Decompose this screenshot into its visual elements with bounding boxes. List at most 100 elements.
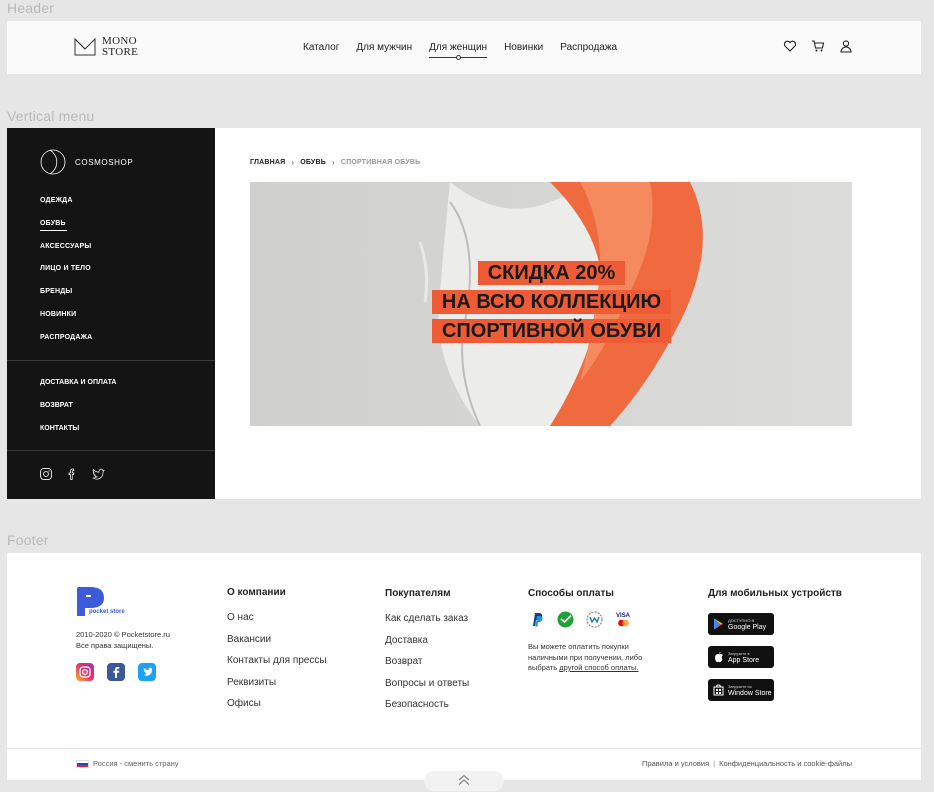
privacy-link[interactable]: Конфиденциальность и cookie-файлы: [719, 759, 852, 768]
mono-store-logo-mark: [74, 38, 96, 56]
legal-links: Правила и условия | Конфиденциальность и c…: [642, 759, 852, 768]
window-store-button[interactable]: Загрузите из Window Store: [708, 679, 774, 701]
russia-flag-icon: [76, 759, 89, 768]
side-menu-item[interactable]: АКСЕССУАРЫ: [40, 243, 92, 266]
mono-store-logo[interactable]: MONO STORE: [74, 36, 138, 58]
chevron-right-icon: ›: [331, 158, 335, 167]
svg-text:VISA: VISA: [616, 613, 631, 619]
nav-women[interactable]: Для женщин: [429, 42, 487, 60]
side-menu2-item[interactable]: КОНТАКТЫ: [40, 425, 117, 448]
user-icon[interactable]: [839, 39, 853, 53]
site-footer: pocket store 2010-2020 © Pocketstore.ru …: [7, 553, 921, 780]
section-label-vertical-menu: Vertical menu: [7, 108, 95, 124]
scroll-to-top-button[interactable]: [424, 771, 504, 791]
cart-icon[interactable]: [811, 39, 825, 53]
facebook-icon[interactable]: [66, 467, 78, 480]
store-name: Window Store: [728, 690, 772, 697]
cosmoshop-logo[interactable]: COSMOSHOP: [40, 148, 133, 176]
section-label-footer: Footer: [7, 532, 49, 548]
banner-line: СПОРТИВНОЙ ОБУВИ: [431, 319, 672, 343]
footer-link[interactable]: Безопасность: [385, 699, 469, 721]
side-menu-item[interactable]: ЛИЦО И ТЕЛО: [40, 265, 92, 288]
footer-col-title: Способы оплаты: [528, 588, 614, 599]
store-small: Загрузите из: [728, 684, 752, 689]
footer-col-mobile: Для мобильных устройств ДОСТУПНО В Google…: [708, 588, 842, 712]
webmoney-icon: [586, 611, 603, 628]
side-menu2-item[interactable]: ДОСТАВКА И ОПЛАТА: [40, 379, 117, 402]
visa-mastercard-icon: VISA: [615, 611, 632, 628]
side-menu-secondary: ДОСТАВКА И ОПЛАТА ВОЗВРАТ КОНТАКТЫ: [40, 379, 117, 447]
side-menu2-item[interactable]: ВОЗВРАТ: [40, 402, 117, 425]
pocket-store-logo[interactable]: pocket store: [76, 586, 134, 625]
sberbank-icon: [557, 611, 574, 628]
section-label-header: Header: [7, 0, 55, 16]
banner-text: СКИДКА 20% НА ВСЮ КОЛЛЕКЦИЮ СПОРТИВНОЙ О…: [421, 261, 682, 348]
twitter-icon[interactable]: [138, 663, 156, 681]
footer-link[interactable]: О нас: [227, 612, 327, 634]
breadcrumb-current: СПОРТИВНАЯ ОБУВЬ: [340, 159, 421, 166]
footer-col-buyers: Покупателям Как сделать заказ Доставка В…: [385, 588, 469, 721]
footer-col-payment: Способы оплаты VISA Вы можете оплатить п…: [528, 588, 668, 674]
side-menu-item[interactable]: ОДЕЖДА: [40, 197, 92, 220]
footer-col-about: О компании О нас Вакансии Контакты для п…: [227, 587, 327, 720]
instagram-icon[interactable]: [76, 663, 94, 681]
google-play-icon: [714, 618, 723, 630]
facebook-icon[interactable]: [107, 663, 125, 681]
nav-new[interactable]: Новинки: [504, 42, 543, 53]
banner-line: СКИДКА 20%: [477, 261, 626, 285]
cosmoshop-logo-mark: [40, 149, 66, 175]
store-small: Загрузите в: [728, 651, 750, 656]
twitter-icon[interactable]: [92, 467, 105, 480]
vertical-menu: COSMOSHOP ОДЕЖДА ОБУВЬ АКСЕССУАРЫ ЛИЦО И…: [7, 128, 215, 499]
payment-note: Вы можете оплатить покупки наличными при…: [528, 642, 668, 674]
country-text: Россия - сменить страну: [93, 759, 179, 768]
footer-link[interactable]: Вопросы и ответы: [385, 678, 469, 700]
footer-link[interactable]: Возврат: [385, 656, 469, 678]
footer-link[interactable]: Реквизиты: [227, 677, 327, 699]
nav-catalog[interactable]: Каталог: [303, 42, 339, 53]
country-selector[interactable]: Россия - сменить страну: [76, 759, 179, 768]
logo-line-2: STORE: [102, 46, 139, 58]
terms-link[interactable]: Правила и условия: [642, 759, 709, 768]
footer-col-title: Для мобильных устройств: [708, 588, 842, 599]
site-header: MONO STORE Каталог Для мужчин Для женщин…: [7, 21, 921, 74]
breadcrumb-home[interactable]: ГЛАВНАЯ: [250, 159, 285, 166]
side-menu-item[interactable]: БРЕНДЫ: [40, 288, 92, 311]
sidebar-social: [40, 467, 105, 480]
footer-link[interactable]: Контакты для прессы: [227, 655, 327, 677]
google-play-button[interactable]: ДОСТУПНО В Google Play: [708, 613, 774, 635]
footer-col-title: О компании: [227, 587, 286, 598]
side-menu-item[interactable]: РАСПРОДАЖА: [40, 334, 92, 357]
side-menu-item[interactable]: НОВИНКИ: [40, 311, 92, 334]
footer-link[interactable]: Вакансии: [227, 634, 327, 656]
instagram-icon[interactable]: [40, 467, 52, 480]
nav-sale[interactable]: Распродажа: [560, 42, 617, 53]
side-menu: ОДЕЖДА ОБУВЬ АКСЕССУАРЫ ЛИЦО И ТЕЛО БРЕН…: [40, 197, 92, 357]
footer-divider: [7, 748, 921, 749]
side-menu-item-active[interactable]: ОБУВЬ: [40, 220, 92, 243]
separator: |: [713, 759, 716, 768]
cosmoshop-logo-text: COSMOSHOP: [75, 157, 134, 167]
paypal-icon: [528, 611, 545, 628]
page-main: COSMOSHOP ОДЕЖДА ОБУВЬ АКСЕССУАРЫ ЛИЦО И…: [7, 128, 921, 499]
chevron-right-icon: ›: [291, 158, 295, 167]
footer-link[interactable]: Как сделать заказ: [385, 613, 469, 635]
copyright: 2010-2020 © Pocketstore.ru Все права защ…: [76, 629, 170, 651]
sidebar-divider: [7, 360, 215, 361]
header-actions: [783, 39, 853, 53]
nav-men[interactable]: Для мужчин: [356, 42, 412, 53]
store-name: Google Play: [728, 624, 767, 631]
rights-line: Все права защищены.: [76, 641, 154, 650]
footer-link[interactable]: Доставка: [385, 635, 469, 657]
windows-store-icon: [713, 684, 724, 696]
app-store-button[interactable]: Загрузите в App Store: [708, 646, 774, 668]
footer-col-title: Покупателям: [385, 588, 451, 599]
footer-link[interactable]: Офисы: [227, 698, 327, 720]
promo-banner[interactable]: СКИДКА 20% НА ВСЮ КОЛЛЕКЦИЮ СПОРТИВНОЙ О…: [250, 182, 852, 426]
pocket-store-logo-text: pocket store: [89, 609, 125, 615]
apple-icon: [715, 652, 723, 663]
store-name: App Store: [728, 657, 760, 664]
breadcrumb-shoes[interactable]: ОБУВЬ: [300, 159, 326, 166]
heart-icon[interactable]: [783, 39, 797, 53]
payment-other-link[interactable]: другой способ оплаты.: [559, 663, 638, 672]
